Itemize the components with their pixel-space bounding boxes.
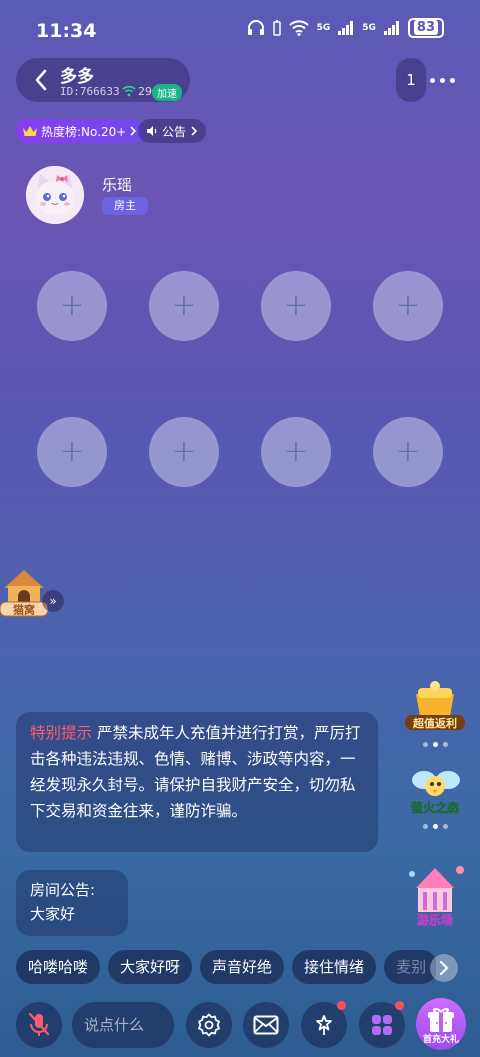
notice-tag[interactable]: 公告	[138, 119, 207, 143]
add-icon: +	[395, 288, 421, 323]
quick-reply-row: 哈喽哈喽 大家好呀 声音好绝 接住情绪 麦别	[16, 950, 436, 984]
room-id: ID:766633	[60, 85, 120, 98]
battery-saver-icon	[272, 20, 281, 36]
notification-dot	[395, 1001, 404, 1010]
gift-box-icon	[428, 1007, 454, 1032]
back-arrow-icon[interactable]	[32, 68, 50, 92]
status-time: 11:34	[36, 20, 97, 42]
signal-icon	[338, 21, 354, 35]
speed-badge[interactable]: 加速	[152, 84, 182, 101]
tips-title: 特别提示	[30, 724, 93, 742]
firefly-bird-icon: 萤火之森	[411, 771, 460, 815]
mic-seat-6[interactable]: +	[149, 417, 219, 487]
cat-house-icon: 猫窝	[0, 570, 49, 617]
add-icon: +	[395, 434, 421, 469]
promo-pager	[423, 824, 468, 829]
chevron-right-icon	[191, 126, 198, 136]
mic-seat-4[interactable]: +	[373, 271, 443, 341]
signal-icon-2	[383, 21, 399, 35]
promo-playground[interactable]: 游乐场	[402, 862, 468, 932]
connection-icon	[122, 85, 136, 97]
network-label-2: 5G	[362, 23, 376, 33]
online-count[interactable]: 1	[396, 58, 426, 102]
add-icon: +	[59, 288, 85, 323]
chat-input[interactable]: 说点什么	[72, 1002, 174, 1048]
status-icons: 5G 5G 83	[247, 18, 444, 38]
notice-label: 公告	[162, 124, 187, 139]
add-icon: +	[283, 434, 309, 469]
speaker-icon	[147, 126, 157, 136]
network-label-1: 5G	[316, 23, 331, 33]
host-name: 乐瑶	[102, 176, 133, 194]
cat-avatar-icon	[26, 166, 84, 224]
treasure-chest-icon: 超值返利	[405, 681, 465, 730]
mic-seat-1[interactable]: +	[37, 271, 107, 341]
mic-seat-3[interactable]: +	[261, 271, 331, 341]
promo-firefly-label: 萤火之森	[411, 800, 460, 815]
crown-icon	[23, 126, 37, 136]
wand-icon	[316, 1015, 332, 1035]
promo-rebate-label: 超值返利	[412, 716, 457, 730]
mic-seat-8[interactable]: +	[373, 417, 443, 487]
notification-dot	[337, 1001, 346, 1010]
apps-button[interactable]	[359, 1001, 405, 1048]
add-icon: +	[171, 288, 197, 323]
host-role-badge: 房主	[102, 197, 148, 215]
gift-label: 首充大礼	[422, 1034, 459, 1045]
add-icon: +	[171, 434, 197, 469]
add-icon: +	[59, 434, 85, 469]
safety-tips-message: 特别提示 严禁未成年人充值并进行打赏，严厉打击各种违法违规、色情、赌博、涉政等内…	[16, 712, 378, 852]
promo-firefly-forest[interactable]: 萤火之森	[402, 762, 468, 829]
announcement-label: 房间公告:	[30, 881, 96, 899]
wifi-icon	[288, 20, 309, 36]
quick-reply-4[interactable]: 接住情绪	[292, 950, 377, 984]
chevron-right-icon	[439, 961, 449, 975]
quick-reply-2[interactable]: 大家好呀	[108, 950, 193, 984]
mic-seat-5[interactable]: +	[37, 417, 107, 487]
apps-grid-icon	[372, 1015, 392, 1035]
cat-house-expand-icon[interactable]: »	[42, 590, 64, 612]
hot-rank-label: 热度榜:No.20+	[41, 124, 127, 139]
cat-house-label: 猫窝	[13, 603, 35, 617]
host-avatar[interactable]	[26, 166, 84, 224]
mic-off-icon	[28, 1012, 50, 1036]
room-name: 多多	[60, 67, 94, 87]
promo-playground-label: 游乐场	[417, 912, 453, 927]
envelope-icon	[253, 1015, 279, 1035]
gift-button[interactable]: 首充大礼	[416, 998, 466, 1050]
chevron-right-icon	[130, 126, 137, 136]
hot-rank-tag[interactable]: 热度榜:No.20+	[16, 119, 146, 143]
mic-seat-7[interactable]: +	[261, 417, 331, 487]
quick-reply-next-button[interactable]	[430, 954, 458, 982]
add-icon: +	[283, 288, 309, 323]
quick-reply-1[interactable]: 哈喽哈喽	[16, 950, 101, 984]
settings-button[interactable]	[186, 1002, 232, 1048]
headphones-icon	[247, 20, 264, 35]
more-icon[interactable]	[430, 73, 462, 87]
gear-icon	[198, 1013, 220, 1037]
signal-strength: 29	[138, 85, 152, 98]
quick-reply-5[interactable]: 麦别	[384, 950, 436, 984]
mic-seat-2[interactable]: +	[149, 271, 219, 341]
mic-toggle-button[interactable]	[16, 1002, 62, 1048]
magic-wand-button[interactable]	[301, 1001, 347, 1048]
promo-pager	[423, 742, 468, 747]
quick-reply-3[interactable]: 声音好绝	[200, 950, 285, 984]
carousel-icon: 游乐场	[409, 866, 464, 927]
room-announcement-message: 房间公告: 大家好	[16, 870, 128, 936]
battery-indicator: 83	[407, 18, 444, 38]
messages-button[interactable]	[243, 1002, 289, 1048]
promo-rebate[interactable]: 超值返利	[402, 680, 468, 747]
announcement-text: 大家好	[30, 905, 76, 923]
